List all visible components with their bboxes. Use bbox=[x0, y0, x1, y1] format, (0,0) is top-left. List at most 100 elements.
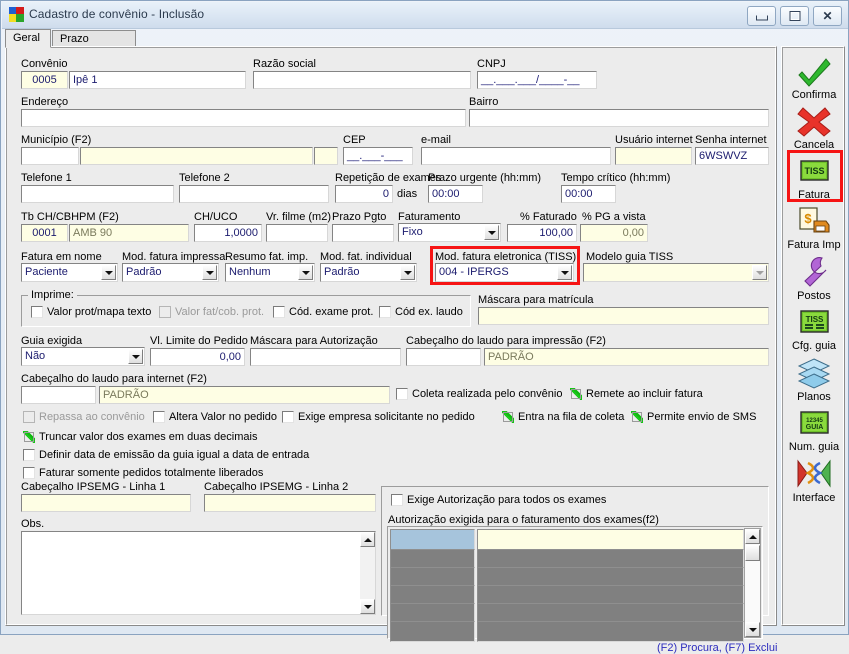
checkbox-valor-prot-mapa-texto[interactable]: Valor prot/mapa texto bbox=[31, 306, 151, 319]
label-municipio: Município (F2) bbox=[21, 134, 92, 146]
checkbox-coleta-realizada-convenio[interactable]: Coleta realizada pelo convênio bbox=[396, 388, 562, 401]
checkbox-permite-envio-sms[interactable]: Permite envio de SMS bbox=[631, 411, 756, 424]
bairro-field[interactable] bbox=[469, 109, 769, 127]
cab-laudo-internet-field[interactable]: PADRÃO bbox=[99, 386, 390, 404]
sidebar-item-num-guia[interactable]: 12345 GUIA Num. guia bbox=[783, 406, 845, 453]
ch-uco-field[interactable]: 1,0000 bbox=[194, 224, 262, 242]
cab-ipsemg-1-field[interactable] bbox=[21, 494, 191, 512]
guia-exigida-select[interactable]: Não bbox=[21, 347, 145, 366]
checkbox-label: Coleta realizada pelo convênio bbox=[412, 388, 563, 400]
cab-laudo-impressao-field[interactable]: PADRÃO bbox=[484, 348, 769, 366]
scroll-up-icon[interactable] bbox=[745, 529, 760, 544]
checkbox-label: Cód ex. laudo bbox=[395, 306, 463, 318]
grid-scrollbar[interactable] bbox=[744, 528, 761, 638]
checkbox-exige-empresa-solicitante[interactable]: Exige empresa solicitante no pedido bbox=[282, 411, 475, 424]
vl-limite-pedido-field[interactable]: 0,00 bbox=[150, 348, 245, 366]
checkbox-label: Permite envio de SMS bbox=[647, 411, 757, 423]
check-icon bbox=[794, 54, 834, 88]
sidebar-item-cancela[interactable]: Cancela bbox=[783, 104, 845, 151]
label-modelo-guia-tiss: Modelo guia TISS bbox=[586, 251, 674, 263]
checkbox-label: Exige empresa solicitante no pedido bbox=[298, 411, 475, 423]
endereco-field[interactable] bbox=[21, 109, 466, 127]
grid-cell[interactable] bbox=[390, 621, 475, 642]
telefone2-field[interactable] bbox=[179, 185, 329, 203]
grid-cell[interactable] bbox=[477, 621, 744, 642]
modelo-guia-tiss-select[interactable] bbox=[583, 263, 769, 282]
resumo-fat-select[interactable]: Nenhum bbox=[225, 263, 315, 282]
mascara-autorizacao-field[interactable] bbox=[250, 348, 401, 366]
minimize-button[interactable] bbox=[747, 6, 776, 26]
checkbox-cod-exame-prot[interactable]: Cód. exame prot. bbox=[273, 306, 373, 319]
vr-filme-field[interactable] bbox=[266, 224, 328, 242]
chevron-down-icon[interactable] bbox=[484, 225, 499, 240]
mod-fatura-impressa-select[interactable]: Padrão bbox=[122, 263, 219, 282]
email-field[interactable] bbox=[421, 147, 611, 165]
mascara-matricula-field[interactable] bbox=[478, 307, 769, 325]
checkbox-truncar-valor-exames[interactable]: Truncar valor dos exames em duas decimai… bbox=[23, 431, 257, 444]
telefone1-field[interactable] bbox=[21, 185, 174, 203]
obs-textarea[interactable] bbox=[21, 531, 376, 615]
checkbox-exige-autorizacao-todos-exames[interactable]: Exige Autorização para todos os exames bbox=[391, 494, 606, 507]
cnpj-field[interactable]: __.___.___/____-__ bbox=[477, 71, 597, 89]
faturamento-select[interactable]: Fixo bbox=[398, 223, 501, 242]
pct-pg-vista-field[interactable]: 0,00 bbox=[580, 224, 648, 242]
razao-social-field[interactable] bbox=[253, 71, 471, 89]
convenio-name-field[interactable]: Ipê 1 bbox=[69, 71, 246, 89]
cab-laudo-impressao-code[interactable] bbox=[406, 348, 481, 366]
chevron-down-icon[interactable] bbox=[202, 265, 217, 280]
chevron-down-icon[interactable] bbox=[400, 265, 415, 280]
sidebar-item-planos[interactable]: Planos bbox=[783, 356, 845, 403]
municipio-uf-field[interactable] bbox=[314, 147, 338, 165]
scroll-up-icon[interactable] bbox=[360, 532, 375, 547]
convenio-code-field[interactable]: 0005 bbox=[21, 71, 68, 89]
municipio-name-field[interactable] bbox=[80, 147, 313, 165]
wrench-icon bbox=[794, 255, 834, 289]
sidebar-item-fatura-imp[interactable]: $ Fatura Imp bbox=[783, 204, 845, 251]
tab-prazo-entrega[interactable]: Prazo Entrega bbox=[52, 30, 136, 62]
cep-field[interactable]: __.___-___ bbox=[343, 147, 413, 165]
sidebar-item-cfg-guia[interactable]: TISS Cfg. guia bbox=[783, 305, 845, 352]
grid-cell[interactable] bbox=[477, 529, 744, 550]
close-button[interactable]: ✕ bbox=[813, 6, 842, 26]
maximize-button[interactable] bbox=[780, 6, 809, 26]
label-email: e-mail bbox=[421, 134, 451, 146]
checkbox-cod-ex-laudo[interactable]: Cód ex. laudo bbox=[379, 306, 463, 319]
mod-fat-individual-select[interactable]: Padrão bbox=[320, 263, 417, 282]
prazo-pgto-field[interactable] bbox=[332, 224, 394, 242]
chevron-down-icon[interactable] bbox=[128, 349, 143, 364]
chevron-down-icon[interactable] bbox=[298, 265, 313, 280]
checkbox-label: Exige Autorização para todos os exames bbox=[407, 494, 607, 506]
prazo-urgente-field[interactable]: 00:00 bbox=[428, 185, 483, 203]
cab-laudo-internet-code[interactable] bbox=[21, 386, 96, 404]
label-vl-limite-pedido: Vl. Limite do Pedido bbox=[150, 335, 248, 347]
chevron-down-icon[interactable] bbox=[101, 265, 116, 280]
scroll-thumb[interactable] bbox=[745, 545, 760, 561]
sidebar-item-interface[interactable]: Interface bbox=[783, 457, 845, 504]
checkbox-entra-na-fila-de-coleta[interactable]: Entra na fila de coleta bbox=[502, 411, 624, 424]
scroll-down-icon[interactable] bbox=[360, 599, 375, 614]
municipio-code-field[interactable] bbox=[21, 147, 79, 165]
repeticao-exames-field[interactable]: 0 bbox=[335, 185, 393, 203]
checkbox-valor-fat-cob-prot: Valor fat/cob. prot. bbox=[159, 306, 264, 319]
tempo-critico-field[interactable]: 00:00 bbox=[561, 185, 616, 203]
autorizacao-grid[interactable] bbox=[387, 526, 763, 642]
obs-scrollbar[interactable] bbox=[360, 532, 375, 614]
chevron-down-icon[interactable] bbox=[752, 265, 767, 280]
sidebar-item-postos[interactable]: Postos bbox=[783, 255, 845, 302]
fatura-em-nome-select[interactable]: Paciente bbox=[21, 263, 118, 282]
grid-cell[interactable] bbox=[390, 529, 475, 550]
senha-internet-field[interactable]: 6WSWVZ bbox=[695, 147, 769, 165]
cab-ipsemg-2-field[interactable] bbox=[204, 494, 376, 512]
tb-ch-name-field[interactable]: AMB 90 bbox=[69, 224, 189, 242]
tb-ch-code-field[interactable]: 0001 bbox=[21, 224, 68, 242]
window-controls: ✕ bbox=[743, 6, 842, 26]
checkbox-faturar-somente-liberados[interactable]: Faturar somente pedidos totalmente liber… bbox=[23, 467, 263, 480]
checkbox-definir-data-emissao[interactable]: Definir data de emissão da guia igual a … bbox=[23, 449, 309, 462]
checkbox-altera-valor-no-pedido[interactable]: Altera Valor no pedido bbox=[153, 411, 277, 424]
label-senha-internet: Senha internet bbox=[695, 134, 767, 146]
usuario-internet-field[interactable] bbox=[615, 147, 692, 165]
tab-geral[interactable]: Geral bbox=[5, 29, 51, 48]
sidebar-item-confirma[interactable]: Confirma bbox=[783, 54, 845, 101]
pct-faturado-field[interactable]: 100,00 bbox=[507, 224, 577, 242]
checkbox-remete-ao-incluir-fatura[interactable]: Remete ao incluir fatura bbox=[570, 388, 703, 401]
